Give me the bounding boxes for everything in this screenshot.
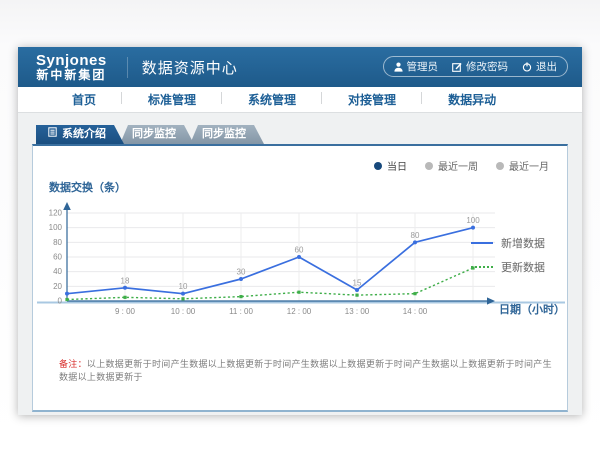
page-title: 数据资源中心	[127, 57, 238, 78]
user-bar: 管理员 修改密码 退出	[383, 56, 569, 77]
radio-last-month[interactable]: 最近一月	[496, 158, 549, 173]
y-tick-label: 80	[53, 238, 62, 247]
data-point-label: 60	[295, 246, 304, 255]
tab-sync-monitor-1[interactable]: 同步监控	[120, 125, 194, 144]
nav-item-interface-mgmt[interactable]: 对接管理	[322, 91, 422, 108]
data-point	[181, 297, 184, 300]
app-header: Synjones 新中新集团 数据资源中心 管理员 修改密码 退出	[18, 47, 582, 87]
logout-button[interactable]: 退出	[522, 59, 557, 74]
legend-item-new-data[interactable]: 新增数据	[471, 235, 545, 251]
dotted-line-icon	[471, 266, 493, 268]
data-point-label: 18	[121, 276, 130, 285]
main-nav: 首页 标准管理 系统管理 对接管理 数据异动	[18, 87, 582, 113]
data-point-label: 10	[179, 282, 188, 291]
data-point	[471, 226, 475, 230]
y-tick-label: 20	[53, 282, 62, 291]
radio-dot-icon	[496, 162, 504, 170]
nav-item-standard-mgmt[interactable]: 标准管理	[122, 91, 222, 108]
data-point	[355, 288, 359, 292]
data-point-label: 80	[411, 231, 420, 240]
solid-line-icon	[471, 242, 493, 244]
radio-dot-icon	[374, 162, 382, 170]
data-point	[181, 292, 185, 296]
radio-last-week[interactable]: 最近一周	[425, 158, 478, 173]
data-point	[65, 298, 68, 301]
data-point	[239, 295, 242, 298]
data-point	[123, 296, 126, 299]
edit-icon	[452, 62, 462, 72]
y-tick-label: 100	[49, 223, 63, 232]
user-button[interactable]: 管理员	[394, 59, 439, 74]
x-tick-label: 11 : 00	[229, 307, 253, 316]
document-icon	[48, 125, 57, 144]
y-axis-title: 数据交换（条）	[49, 179, 553, 195]
content-area: 系统介绍 同步监控 同步监控 当日 最近一周	[18, 113, 582, 412]
tab-bar: 系统介绍 同步监控 同步监控	[36, 125, 568, 144]
y-tick-label: 60	[53, 253, 62, 262]
nav-item-system-mgmt[interactable]: 系统管理	[222, 91, 322, 108]
data-point	[413, 240, 417, 244]
data-point-label: 15	[353, 279, 362, 288]
y-axis-arrow-icon	[63, 202, 71, 210]
data-point	[65, 292, 69, 296]
x-axis-arrow-icon	[487, 297, 495, 304]
x-tick-label: 9 : 00	[115, 307, 136, 316]
brand-logo-en: Synjones	[36, 53, 107, 69]
nav-item-data-change[interactable]: 数据异动	[422, 91, 522, 108]
tab-sync-monitor-2[interactable]: 同步监控	[190, 125, 264, 144]
y-tick-label: 40	[53, 267, 62, 276]
data-point	[123, 286, 127, 290]
y-tick-label: 0	[58, 297, 63, 306]
brand-logo: Synjones 新中新集团	[28, 53, 115, 81]
footnote-text: 以上数据更新于时间产生数据以上数据更新于时间产生数据以上数据更新于时间产生数据以…	[59, 359, 552, 382]
data-point	[297, 255, 301, 259]
chart-panel: 当日 最近一周 最近一月 数据交换（条） 0 20 40 60 80 100 120 9 : …	[32, 144, 568, 412]
x-axis-title: 日期（小时）	[499, 301, 565, 317]
y-tick-label: 120	[49, 209, 63, 218]
power-icon	[522, 62, 532, 72]
app-window: Synjones 新中新集团 数据资源中心 管理员 修改密码 退出	[18, 47, 582, 415]
data-point-label: 30	[237, 268, 246, 277]
chart-legend: 新增数据 更新数据	[471, 235, 545, 283]
radio-dot-icon	[425, 162, 433, 170]
change-password-button[interactable]: 修改密码	[452, 59, 508, 74]
chart-area: 0 20 40 60 80 100 120 9 : 00 10 : 00 11 : 00 12 : …	[47, 197, 553, 347]
data-point-label: 100	[466, 216, 480, 225]
footnote-label: 备注：	[59, 359, 87, 369]
data-point	[413, 292, 416, 295]
data-point	[297, 291, 300, 294]
data-point	[355, 294, 358, 297]
tab-system-intro[interactable]: 系统介绍	[36, 125, 124, 144]
user-icon	[394, 62, 403, 72]
footnote: 备注：以上数据更新于时间产生数据以上数据更新于时间产生数据以上数据更新于时间产生…	[47, 357, 553, 383]
period-filter: 当日 最近一周 最近一月	[374, 158, 549, 173]
x-tick-label: 10 : 00	[171, 307, 196, 316]
radio-today[interactable]: 当日	[374, 158, 407, 173]
nav-item-home[interactable]: 首页	[46, 91, 122, 108]
x-tick-label: 13 : 00	[345, 307, 370, 316]
data-point	[239, 277, 243, 281]
legend-item-updated-data[interactable]: 更新数据	[471, 259, 545, 275]
x-tick-label: 12 : 00	[287, 307, 312, 316]
x-tick-label: 14 : 00	[403, 307, 428, 316]
brand-logo-cn: 新中新集团	[36, 69, 107, 82]
